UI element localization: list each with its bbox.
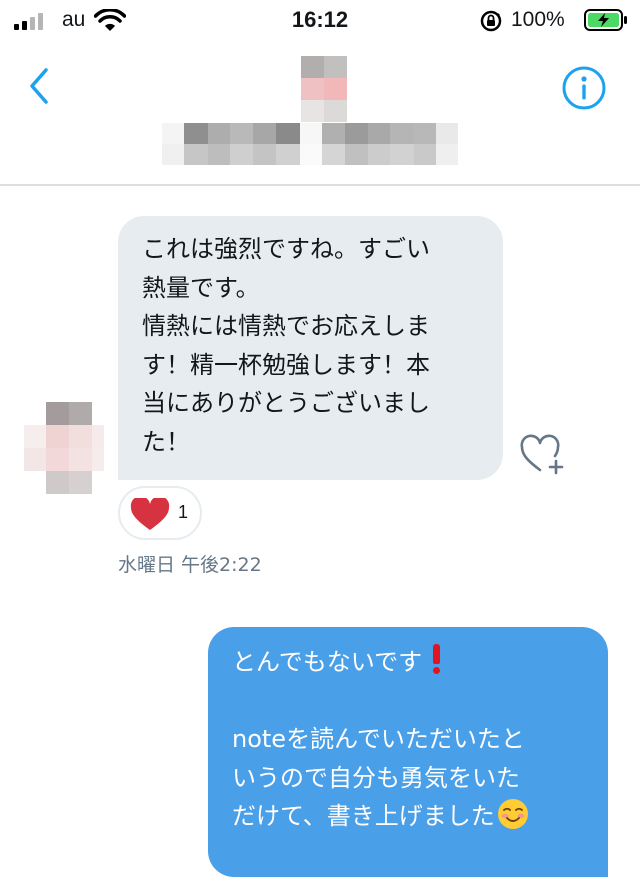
- message-line-wrapper: だけて、書き上げました: [232, 797, 584, 836]
- conversation-header: [0, 44, 640, 186]
- message-line: noteを読んでいただいたと: [232, 725, 525, 753]
- rotation-lock-icon: [480, 10, 502, 32]
- status-bar: au 16:12 100%: [0, 0, 640, 44]
- message-line: いうので自分も勇気をいた: [232, 763, 520, 792]
- back-chevron-icon[interactable]: [22, 64, 56, 108]
- battery-percent: 100%: [511, 8, 565, 31]
- message-line: す！精一杯勉強します！本: [142, 350, 430, 379]
- red-exclamation-icon: [428, 644, 444, 674]
- add-reaction-heart-icon[interactable]: [518, 434, 568, 476]
- message-line: 情熱には情熱でお応えしま: [142, 312, 430, 340]
- message-line: これは強烈ですね。すごい: [142, 235, 430, 263]
- outgoing-message-bubble[interactable]: とんでもないです noteを読んでいただいたと いうので自分も勇気をいた だけて…: [208, 627, 608, 877]
- message-line: 熱量です。: [142, 273, 260, 302]
- message-line: た！: [142, 427, 190, 456]
- heart-icon: [130, 498, 170, 530]
- message-line: だけて、書き上げました: [232, 802, 495, 830]
- battery-charging-icon: [584, 9, 627, 31]
- message-line: 当にありがとうございまし: [142, 389, 430, 417]
- smiling-face-icon: [497, 799, 528, 829]
- message-line-wrapper: とんでもないです: [232, 643, 584, 682]
- avatar[interactable]: [301, 56, 347, 122]
- info-icon[interactable]: [560, 64, 608, 112]
- heart-reaction-pill[interactable]: 1: [118, 486, 202, 540]
- message-timestamp: 水曜日 午後2:22: [118, 554, 262, 576]
- incoming-message-bubble[interactable]: これは強烈ですね。すごい 熱量です。 情熱には情熱でお応えしま す！精一杯勉強し…: [118, 216, 503, 480]
- reaction-count: 1: [178, 502, 189, 522]
- contact-name-redacted: [162, 123, 458, 165]
- sender-avatar[interactable]: [24, 402, 104, 494]
- message-line: とんでもないです: [232, 648, 423, 676]
